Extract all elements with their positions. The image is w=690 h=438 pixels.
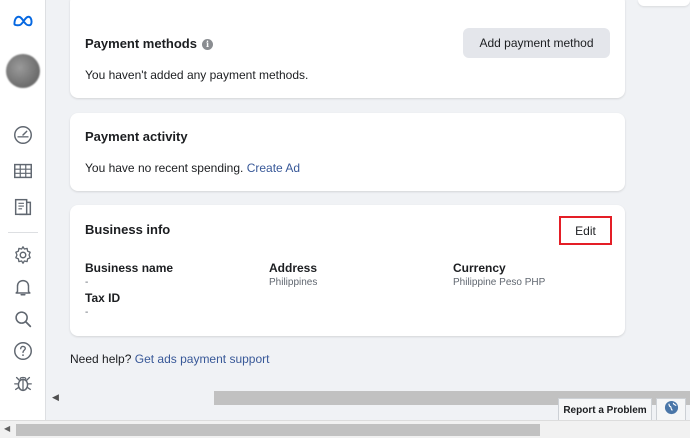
create-ad-link[interactable]: Create Ad	[247, 161, 300, 175]
payment-activity-title: Payment activity	[85, 129, 188, 144]
help-line: Need help? Get ads payment support	[70, 352, 269, 366]
table-icon[interactable]	[10, 158, 36, 184]
payment-methods-card: Payment methods i Add payment method You …	[70, 0, 625, 98]
sidebar	[0, 0, 46, 438]
business-name-label: Business name	[85, 261, 174, 275]
currency-value: Philippine Peso PHP	[453, 277, 546, 288]
avatar[interactable]	[6, 54, 40, 88]
add-payment-method-button[interactable]: Add payment method	[463, 28, 610, 58]
payment-support-link[interactable]: Get ads payment support	[135, 352, 270, 366]
meta-logo-icon[interactable]	[10, 8, 36, 34]
currency-label: Currency	[453, 261, 506, 275]
pages-icon[interactable]	[10, 194, 36, 220]
tax-id-value: -	[85, 307, 89, 318]
payment-methods-title: Payment methods i	[85, 36, 213, 51]
business-info-title: Business info	[85, 222, 171, 237]
business-info-card: Business info Edit Business name - Addre…	[70, 205, 625, 336]
business-name-value: -	[85, 277, 89, 288]
search-icon[interactable]	[10, 306, 36, 332]
gear-icon[interactable]	[10, 242, 36, 268]
payment-activity-text: You have no recent spending. Create Ad	[85, 161, 300, 175]
bug-icon[interactable]	[10, 370, 36, 396]
address-value: Philippines	[269, 277, 318, 288]
payment-methods-empty-text: You haven't added any payment methods.	[85, 68, 309, 82]
edit-button[interactable]: Edit	[559, 216, 612, 245]
info-icon[interactable]: i	[201, 38, 213, 50]
need-help-text: Need help?	[70, 352, 132, 366]
report-problem-button[interactable]: Report a Problem	[558, 398, 652, 422]
bottom-scroll-left-icon[interactable]: ◀	[4, 424, 10, 433]
dashboard-icon[interactable]	[10, 122, 36, 148]
no-spending-text: You have no recent spending.	[85, 161, 244, 175]
globe-button[interactable]	[656, 398, 686, 422]
scroll-left-arrow-icon[interactable]: ◀	[52, 392, 59, 403]
tax-id-label: Tax ID	[85, 291, 121, 305]
bell-icon[interactable]	[10, 274, 36, 300]
bottom-scrollbar-thumb[interactable]	[16, 424, 540, 436]
payment-activity-card: Payment activity You have no recent spen…	[70, 113, 625, 191]
payment-methods-title-text: Payment methods	[85, 36, 197, 51]
globe-icon	[664, 400, 679, 420]
sidebar-divider	[8, 232, 38, 233]
help-icon[interactable]	[10, 338, 36, 364]
address-label: Address	[269, 261, 318, 275]
card-fragment	[638, 0, 690, 6]
